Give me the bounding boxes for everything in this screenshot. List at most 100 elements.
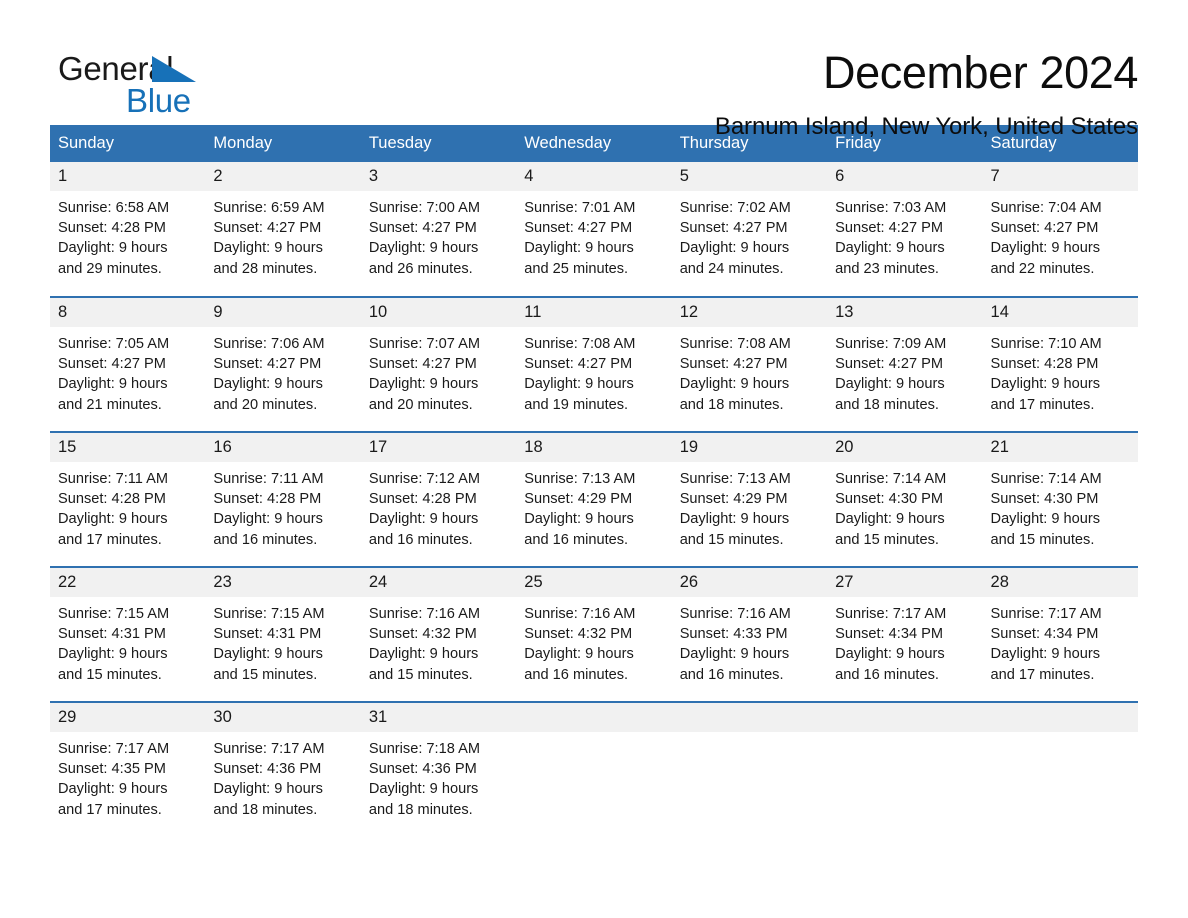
daylight-text-line1: Daylight: 9 hours — [213, 511, 323, 528]
sunset-text: Sunset: 4:36 PM — [213, 761, 322, 778]
day-cell[interactable]: 17 Sunrise: 7:12 AM Sunset: 4:28 PM Dayl… — [360, 431, 517, 567]
day-cell[interactable]: 7 Sunrise: 7:04 AM Sunset: 4:27 PM Dayli… — [982, 162, 1138, 297]
sunset-text: Sunset: 4:28 PM — [990, 356, 1099, 373]
sunset-text: Sunset: 4:33 PM — [679, 626, 788, 643]
daylight-text-line1: Daylight: 9 hours — [524, 376, 634, 393]
daylight-text-line2: and 24 minutes. — [679, 260, 784, 277]
day-cell[interactable]: 29 Sunrise: 7:17 AM Sunset: 4:35 PM Dayl… — [50, 701, 206, 837]
day-cell[interactable]: 28 Sunrise: 7:17 AM Sunset: 4:34 PM Dayl… — [982, 566, 1138, 702]
sunrise-text: Sunrise: 7:08 AM — [524, 336, 636, 352]
day-number: 18 — [516, 433, 672, 462]
sunrise-text: Sunrise: 7:07 AM — [368, 336, 480, 352]
day-details: Sunrise: 7:18 AM Sunset: 4:36 PM Dayligh… — [361, 732, 516, 820]
sunset-text: Sunset: 4:27 PM — [524, 356, 633, 373]
daylight-text-line2: and 15 minutes. — [990, 531, 1095, 548]
day-details: Sunrise: 7:17 AM Sunset: 4:34 PM Dayligh… — [983, 597, 1138, 685]
day-details: Sunrise: 7:16 AM Sunset: 4:32 PM Dayligh… — [361, 597, 516, 685]
day-cell[interactable]: 5 Sunrise: 7:02 AM Sunset: 4:27 PM Dayli… — [671, 162, 828, 297]
day-cell[interactable]: 14 Sunrise: 7:10 AM Sunset: 4:28 PM Dayl… — [982, 296, 1138, 432]
brand-triangle-icon — [152, 56, 196, 82]
sunrise-text: Sunrise: 7:15 AM — [213, 606, 325, 622]
sunset-text: Sunset: 4:31 PM — [58, 626, 166, 643]
sunrise-text: Sunrise: 7:18 AM — [368, 741, 480, 757]
column-header-tuesday: Tuesday — [360, 125, 517, 162]
day-cell[interactable]: 19 Sunrise: 7:13 AM Sunset: 4:29 PM Dayl… — [671, 431, 828, 567]
day-cell[interactable]: 10 Sunrise: 7:07 AM Sunset: 4:27 PM Dayl… — [360, 296, 517, 432]
day-cell[interactable]: 20 Sunrise: 7:14 AM Sunset: 4:30 PM Dayl… — [827, 431, 983, 567]
day-cell[interactable]: 24 Sunrise: 7:16 AM Sunset: 4:32 PM Dayl… — [360, 566, 517, 702]
day-cell[interactable]: 8 Sunrise: 7:05 AM Sunset: 4:27 PM Dayli… — [50, 296, 206, 432]
day-number — [671, 703, 828, 732]
sunrise-text: Sunrise: 7:16 AM — [679, 606, 791, 622]
day-number: 8 — [50, 298, 206, 327]
day-cell[interactable]: 13 Sunrise: 7:09 AM Sunset: 4:27 PM Dayl… — [827, 296, 983, 432]
column-header-sunday: Sunday — [50, 125, 206, 162]
day-cell[interactable]: 27 Sunrise: 7:17 AM Sunset: 4:34 PM Dayl… — [827, 566, 983, 702]
day-cell[interactable]: 2 Sunrise: 6:59 AM Sunset: 4:27 PM Dayli… — [205, 162, 361, 297]
daylight-text-line2: and 16 minutes. — [835, 666, 939, 683]
sunrise-text: Sunrise: 7:17 AM — [835, 606, 947, 622]
daylight-text-line1: Daylight: 9 hours — [524, 511, 634, 528]
day-cell[interactable]: 6 Sunrise: 7:03 AM Sunset: 4:27 PM Dayli… — [827, 162, 983, 297]
daylight-text-line1: Daylight: 9 hours — [58, 781, 168, 798]
daylight-text-line1: Daylight: 9 hours — [213, 376, 323, 393]
day-cell[interactable]: 22 Sunrise: 7:15 AM Sunset: 4:31 PM Dayl… — [50, 566, 206, 702]
day-cell[interactable]: 12 Sunrise: 7:08 AM Sunset: 4:27 PM Dayl… — [671, 296, 828, 432]
day-cell[interactable]: 1 Sunrise: 6:58 AM Sunset: 4:28 PM Dayli… — [50, 162, 206, 297]
daylight-text-line1: Daylight: 9 hours — [835, 646, 945, 663]
day-cell[interactable]: 31 Sunrise: 7:18 AM Sunset: 4:36 PM Dayl… — [360, 701, 517, 837]
day-details: Sunrise: 7:02 AM Sunset: 4:27 PM Dayligh… — [672, 191, 827, 279]
sunrise-text: Sunrise: 7:02 AM — [679, 200, 791, 216]
sunrise-text: Sunrise: 7:16 AM — [368, 606, 480, 622]
day-cell[interactable]: 30 Sunrise: 7:17 AM Sunset: 4:36 PM Dayl… — [205, 701, 361, 837]
day-details: Sunrise: 6:59 AM Sunset: 4:27 PM Dayligh… — [205, 191, 360, 279]
day-details: Sunrise: 7:17 AM Sunset: 4:36 PM Dayligh… — [205, 732, 360, 820]
daylight-text-line2: and 25 minutes. — [524, 260, 629, 277]
day-number: 31 — [360, 703, 517, 732]
day-cell[interactable]: 18 Sunrise: 7:13 AM Sunset: 4:29 PM Dayl… — [516, 431, 672, 567]
day-details: Sunrise: 7:12 AM Sunset: 4:28 PM Dayligh… — [361, 462, 516, 550]
sunset-text: Sunset: 4:27 PM — [368, 356, 477, 373]
day-number — [827, 703, 983, 732]
day-cell[interactable]: 15 Sunrise: 7:11 AM Sunset: 4:28 PM Dayl… — [50, 431, 206, 567]
sunset-text: Sunset: 4:27 PM — [368, 220, 477, 237]
sunset-text: Sunset: 4:27 PM — [58, 356, 166, 373]
daylight-text-line1: Daylight: 9 hours — [990, 511, 1101, 528]
day-cell[interactable]: 16 Sunrise: 7:11 AM Sunset: 4:28 PM Dayl… — [205, 431, 361, 567]
generalblue-logo[interactable]: General Blue — [58, 44, 268, 118]
day-details — [827, 732, 982, 739]
day-cell[interactable]: 25 Sunrise: 7:16 AM Sunset: 4:32 PM Dayl… — [516, 566, 672, 702]
daylight-text-line1: Daylight: 9 hours — [835, 376, 945, 393]
calendar-body: 1 Sunrise: 6:58 AM Sunset: 4:28 PM Dayli… — [50, 162, 1138, 837]
day-cell[interactable]: 26 Sunrise: 7:16 AM Sunset: 4:33 PM Dayl… — [671, 566, 828, 702]
daylight-text-line2: and 17 minutes. — [58, 801, 162, 818]
day-cell-empty — [827, 701, 983, 837]
daylight-text-line1: Daylight: 9 hours — [679, 511, 790, 528]
page-title: December 2024 — [823, 47, 1138, 98]
day-cell[interactable]: 11 Sunrise: 7:08 AM Sunset: 4:27 PM Dayl… — [516, 296, 672, 432]
day-cell[interactable]: 21 Sunrise: 7:14 AM Sunset: 4:30 PM Dayl… — [982, 431, 1138, 567]
day-cell[interactable]: 23 Sunrise: 7:15 AM Sunset: 4:31 PM Dayl… — [205, 566, 361, 702]
day-cell[interactable]: 3 Sunrise: 7:00 AM Sunset: 4:27 PM Dayli… — [360, 162, 517, 297]
day-cell[interactable]: 4 Sunrise: 7:01 AM Sunset: 4:27 PM Dayli… — [516, 162, 672, 297]
day-details: Sunrise: 7:14 AM Sunset: 4:30 PM Dayligh… — [983, 462, 1138, 550]
day-details — [672, 732, 827, 739]
day-number: 24 — [360, 568, 517, 597]
sunset-text: Sunset: 4:35 PM — [58, 761, 166, 778]
daylight-text-line1: Daylight: 9 hours — [213, 646, 323, 663]
day-cell[interactable]: 9 Sunrise: 7:06 AM Sunset: 4:27 PM Dayli… — [205, 296, 361, 432]
day-details: Sunrise: 7:16 AM Sunset: 4:32 PM Dayligh… — [516, 597, 671, 685]
daylight-text-line2: and 16 minutes. — [368, 531, 473, 548]
daylight-text-line2: and 22 minutes. — [990, 260, 1095, 277]
sunrise-text: Sunrise: 7:11 AM — [58, 471, 169, 487]
sunset-text: Sunset: 4:27 PM — [835, 220, 944, 237]
daylight-text-line2: and 15 minutes. — [679, 531, 784, 548]
day-number — [982, 703, 1138, 732]
day-details: Sunrise: 7:15 AM Sunset: 4:31 PM Dayligh… — [50, 597, 205, 685]
sunset-text: Sunset: 4:32 PM — [368, 626, 477, 643]
sunrise-text: Sunrise: 7:15 AM — [58, 606, 170, 622]
daylight-text-line1: Daylight: 9 hours — [368, 376, 479, 393]
logo-text-blue: Blue — [126, 82, 191, 119]
daylight-text-line1: Daylight: 9 hours — [990, 240, 1101, 257]
daylight-text-line1: Daylight: 9 hours — [213, 781, 323, 798]
